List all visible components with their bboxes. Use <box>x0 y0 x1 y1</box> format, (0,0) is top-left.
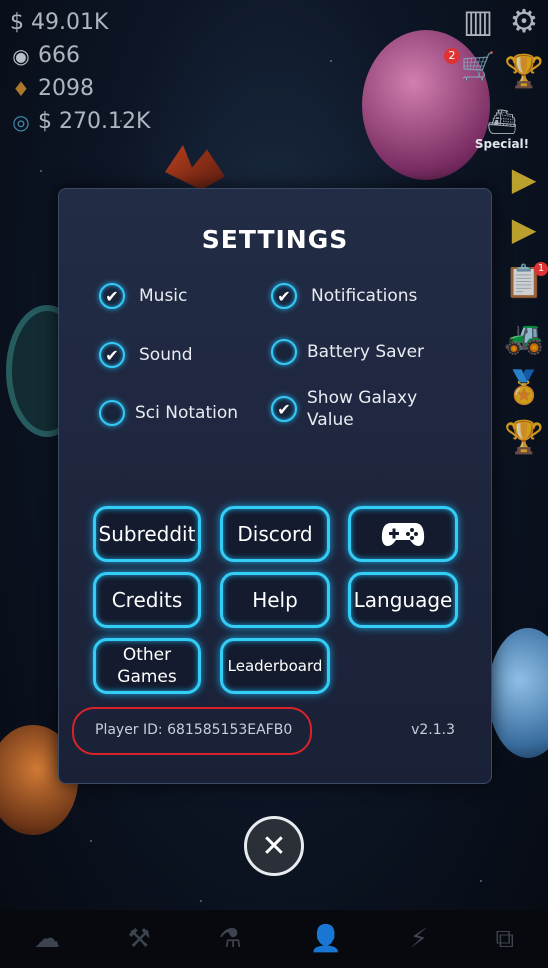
managers-nav-icon[interactable]: 👤 <box>310 924 342 954</box>
cart-badge: 2 <box>444 48 460 64</box>
show-galaxy-value-line1: Show Galaxy <box>307 388 418 408</box>
bottom-nav: ☁ ⚒ ⚗ 👤 ⚡ ⧉ <box>0 910 548 968</box>
rate-counter: ◎ $ 270.12K <box>10 105 150 138</box>
settings-title: SETTINGS <box>201 225 349 254</box>
other-games-line2: Games <box>117 667 177 687</box>
galaxy-nav-icon[interactable]: ☁ <box>34 924 60 954</box>
gem-counter: ◉ 666 <box>10 39 150 72</box>
leaderboard-button[interactable]: Leaderboard <box>220 638 330 694</box>
money-value: $ 49.01K <box>10 10 109 35</box>
show-galaxy-value-option[interactable]: Show Galaxy Value <box>271 387 417 431</box>
gamepad-icon <box>381 523 425 546</box>
boost-nav-icon[interactable]: ⚡ <box>410 924 428 954</box>
other-games-label: Other Games <box>117 644 176 688</box>
music-option[interactable]: Music <box>99 283 187 309</box>
sound-checkbox[interactable] <box>99 342 125 368</box>
battery-saver-option[interactable]: Battery Saver <box>271 339 424 365</box>
sci-notation-checkbox[interactable] <box>99 400 125 426</box>
language-button[interactable]: Language <box>348 572 458 628</box>
notifications-option[interactable]: Notifications <box>271 283 417 309</box>
puzzle-nav-icon[interactable]: ⧉ <box>496 924 515 955</box>
ship-icon[interactable]: ⛴ <box>456 108 548 136</box>
notifications-checkbox[interactable] <box>271 283 297 309</box>
player-id: Player ID: 681585153EAFB0 <box>95 722 293 738</box>
show-galaxy-value-label: Show Galaxy Value <box>307 387 417 431</box>
sci-notation-label: Sci Notation <box>135 403 239 423</box>
rover-icon[interactable]: 🚜 <box>502 318 546 356</box>
show-galaxy-value-checkbox[interactable] <box>271 396 297 422</box>
medal-icon[interactable]: 🏅 <box>502 368 546 406</box>
version-label: v2.1.3 <box>411 722 455 738</box>
gem-value: 666 <box>38 43 80 68</box>
ether-icon: ♦ <box>12 76 30 101</box>
gear-icon[interactable]: ⚙ <box>502 2 546 40</box>
asteroid-shards <box>165 145 225 190</box>
trophy-icon[interactable]: 🏆 <box>502 52 546 90</box>
planet-blue <box>488 628 548 758</box>
target-icon: ◎ <box>12 109 30 134</box>
research-nav-icon[interactable]: ⚗ <box>219 924 242 954</box>
ether-counter: ♦ 2098 <box>10 72 150 105</box>
sound-label: Sound <box>139 345 193 365</box>
speed-ad-icon[interactable]: ▶ <box>502 210 546 248</box>
discord-button[interactable]: Discord <box>220 506 330 562</box>
shop-cart-icon[interactable]: 🛒 <box>456 50 500 83</box>
close-button[interactable]: ✕ <box>244 816 304 876</box>
notifications-label: Notifications <box>311 286 418 306</box>
money-ad-icon[interactable]: ▶ <box>502 160 546 198</box>
other-games-line1: Other <box>122 645 172 665</box>
quest-badge: 1 <box>534 262 548 276</box>
battery-saver-label: Battery Saver <box>307 342 425 362</box>
games-button[interactable] <box>348 506 458 562</box>
stats-icon[interactable]: ▥ <box>456 2 500 40</box>
music-label: Music <box>139 286 188 306</box>
battery-saver-checkbox[interactable] <box>271 339 297 365</box>
sci-notation-option[interactable]: Sci Notation <box>99 400 238 426</box>
rate-value: $ 270.12K <box>38 109 151 134</box>
money-counter: $ 49.01K <box>10 6 150 39</box>
help-button[interactable]: Help <box>220 572 330 628</box>
show-galaxy-value-line2: Value <box>307 410 354 430</box>
sound-option[interactable]: Sound <box>99 342 193 368</box>
credits-button[interactable]: Credits <box>93 572 201 628</box>
ether-value: 2098 <box>38 76 94 101</box>
subreddit-button[interactable]: Subreddit <box>93 506 201 562</box>
build-nav-icon[interactable]: ⚒ <box>128 924 151 954</box>
gem-icon: ◉ <box>12 43 30 68</box>
cup-icon[interactable]: 🏆 <box>502 418 546 456</box>
other-games-button[interactable]: Other Games <box>93 638 201 694</box>
music-checkbox[interactable] <box>99 283 125 309</box>
currency-hud: $ 49.01K ◉ 666 ♦ 2098 ◎ $ 270.12K <box>10 6 150 138</box>
close-icon: ✕ <box>261 828 287 864</box>
settings-panel: SETTINGS Music Notifications Sound Batte… <box>58 188 492 784</box>
special-label: Special! <box>474 137 530 151</box>
